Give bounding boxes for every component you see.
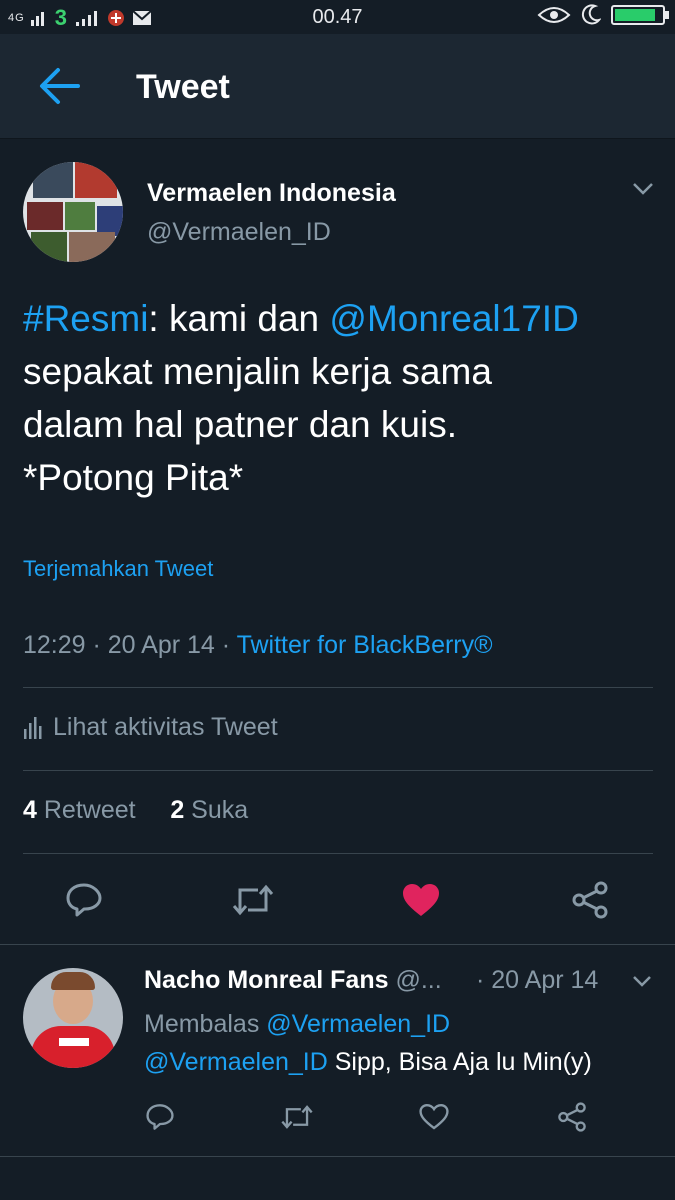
hashtag-link[interactable]: #Resmi (23, 298, 148, 339)
arrow-left-icon (40, 68, 80, 104)
retweet-button[interactable] (229, 876, 277, 924)
reply-reply-button[interactable] (140, 1097, 180, 1137)
reply-retweet-button[interactable] (277, 1097, 317, 1137)
tweet-text-part1: : kami dan (148, 298, 330, 339)
author-handle[interactable]: @Vermaelen_ID (147, 218, 331, 247)
tweet-source-link[interactable]: Twitter for BlackBerry® (237, 631, 493, 659)
share-button[interactable] (566, 876, 614, 924)
replying-to: Membalas @Vermaelen_ID (144, 1010, 450, 1039)
like-count: 2 (170, 796, 185, 824)
divider (23, 687, 653, 688)
replying-prefix: Membalas (144, 1010, 267, 1038)
retweet-count: 4 (23, 796, 37, 824)
reply-share-button[interactable] (552, 1097, 592, 1137)
reply-icon (66, 883, 102, 917)
divider (0, 1156, 675, 1157)
author-avatar[interactable] (23, 162, 123, 262)
chevron-down-icon (633, 976, 651, 987)
like-count-link[interactable]: 2 Suka (170, 796, 248, 824)
reply-author-handle[interactable]: @... (395, 966, 441, 994)
tweet-menu-button[interactable] (632, 182, 654, 201)
reply-menu-button[interactable] (632, 974, 652, 992)
replying-to-link[interactable]: @Vermaelen_ID (266, 1010, 450, 1038)
mention-link[interactable]: @Monreal17ID (329, 298, 578, 339)
reply-actions (0, 1097, 675, 1137)
app-bar: Tweet (0, 34, 675, 139)
divider (0, 944, 675, 945)
tweet-text: #Resmi: kami dan @Monreal17ID sepakat me… (23, 292, 663, 504)
heart-outline-icon (419, 1103, 449, 1130)
divider (23, 770, 653, 771)
divider (23, 853, 653, 854)
retweet-icon (281, 1105, 313, 1129)
retweet-label: Retweet (43, 796, 136, 824)
reply-like-button[interactable] (414, 1097, 454, 1137)
moon-icon (581, 4, 601, 25)
battery-icon (611, 5, 669, 25)
tweet-timestamp: 12:29 · 20 Apr 14 · (23, 631, 237, 659)
reply-mention-link[interactable]: @Vermaelen_ID (144, 1048, 328, 1076)
status-right (537, 4, 669, 26)
tweet-activity-button[interactable]: Lihat aktivitas Tweet (23, 713, 278, 742)
engagement-counts: 4 Retweet 2 Suka (23, 796, 248, 825)
tweet-text-line4: *Potong Pita* (23, 457, 244, 498)
retweet-count-link[interactable]: 4 Retweet (23, 796, 136, 824)
like-button[interactable] (397, 876, 445, 924)
author-name[interactable]: Vermaelen Indonesia (147, 179, 396, 208)
tweet-text-line3: dalam hal patner dan kuis. (23, 404, 457, 445)
share-icon (572, 881, 608, 919)
page-title: Tweet (136, 68, 230, 106)
status-bar: 4G 3 00.47 (0, 0, 675, 34)
chevron-down-icon (633, 183, 653, 195)
like-label: Suka (191, 796, 249, 824)
translate-link[interactable]: Terjemahkan Tweet (23, 556, 213, 582)
tweet-meta: 12:29 · 20 Apr 14 · Twitter for BlackBer… (23, 631, 493, 660)
reply-body-text: Sipp, Bisa Aja lu Min(y) (327, 1048, 592, 1076)
reply-date: · 20 Apr 14 (476, 966, 599, 994)
eye-icon (537, 7, 571, 23)
back-button[interactable] (38, 64, 82, 108)
reply-icon (146, 1104, 174, 1130)
activity-label: Lihat aktivitas Tweet (53, 713, 278, 741)
reply-author-name[interactable]: Nacho Monreal Fans (144, 966, 389, 994)
tweet-actions (0, 876, 675, 924)
tweet-text-line2: sepakat menjalin kerja sama (23, 351, 492, 392)
reply-author-avatar[interactable] (23, 968, 123, 1068)
reply-text: @Vermaelen_ID Sipp, Bisa Aja lu Min(y) (144, 1048, 592, 1077)
share-icon (558, 1102, 586, 1132)
reply-button[interactable] (60, 876, 108, 924)
bar-chart-icon (24, 716, 42, 739)
heart-filled-icon (403, 884, 439, 916)
retweet-icon (232, 884, 274, 916)
